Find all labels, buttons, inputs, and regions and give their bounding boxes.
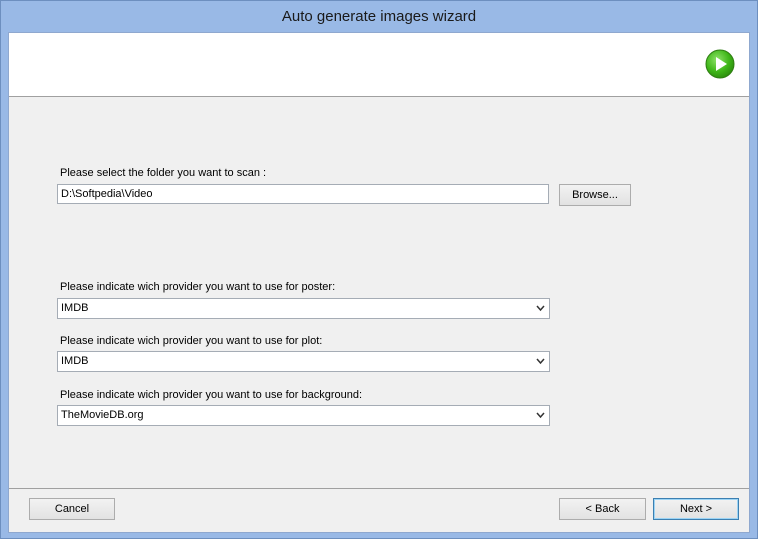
chevron-down-icon bbox=[536, 358, 545, 365]
poster-provider-label: Please indicate wich provider you want t… bbox=[60, 281, 336, 293]
wizard-window: Auto generate images wizard Please selec… bbox=[0, 0, 758, 539]
wizard-footer: Cancel < Back Next > bbox=[9, 489, 749, 532]
wizard-client-area: Please select the folder you want to sca… bbox=[8, 32, 750, 533]
poster-provider-value: IMDB bbox=[61, 302, 89, 314]
folder-path-input[interactable] bbox=[57, 184, 549, 204]
next-button[interactable]: Next > bbox=[653, 498, 739, 520]
browse-button[interactable]: Browse... bbox=[559, 184, 631, 206]
cancel-button[interactable]: Cancel bbox=[29, 498, 115, 520]
next-arrow-icon[interactable] bbox=[705, 49, 735, 79]
chevron-down-icon bbox=[536, 305, 545, 312]
poster-provider-select[interactable]: IMDB bbox=[57, 298, 550, 319]
plot-provider-select[interactable]: IMDB bbox=[57, 351, 550, 372]
window-title: Auto generate images wizard bbox=[281, 8, 477, 25]
folder-label: Please select the folder you want to sca… bbox=[60, 167, 267, 179]
plot-provider-label: Please indicate wich provider you want t… bbox=[60, 335, 323, 347]
plot-provider-value: IMDB bbox=[61, 355, 89, 367]
chevron-down-icon bbox=[536, 412, 545, 419]
background-provider-select[interactable]: TheMovieDB.org bbox=[57, 405, 550, 426]
wizard-header bbox=[9, 33, 749, 97]
back-button[interactable]: < Back bbox=[559, 498, 646, 520]
background-provider-value: TheMovieDB.org bbox=[61, 409, 144, 421]
background-provider-label: Please indicate wich provider you want t… bbox=[60, 389, 363, 401]
